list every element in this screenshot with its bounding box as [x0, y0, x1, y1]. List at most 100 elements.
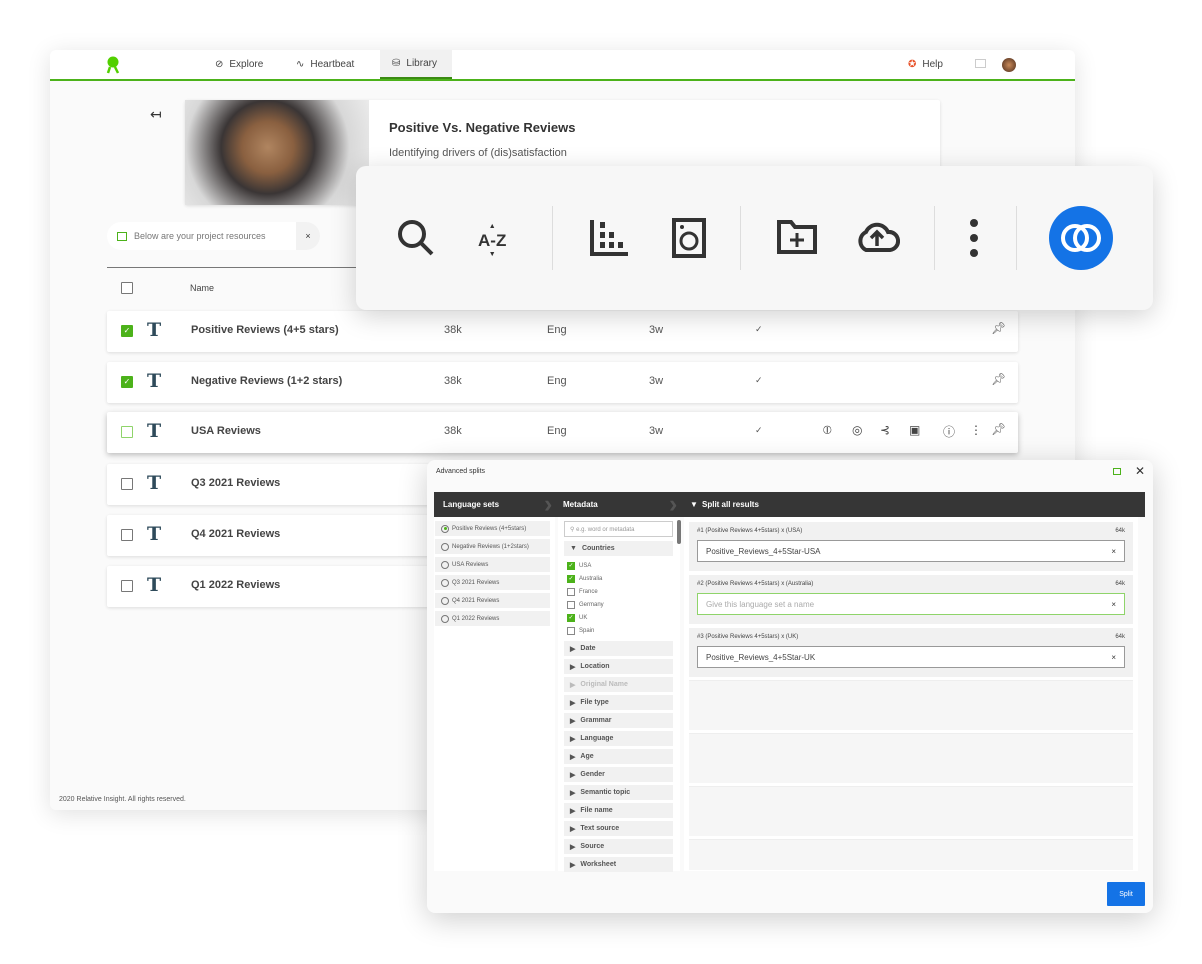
row-checkbox[interactable] [121, 580, 133, 592]
language-set-name-input[interactable]: Positive_Reviews_4+5Star-UK × [697, 646, 1125, 668]
country-option[interactable]: ✓ USA [567, 562, 591, 570]
chat-icon[interactable] [975, 59, 986, 68]
empty-slot [689, 680, 1133, 730]
row-checkbox[interactable] [121, 529, 133, 541]
row-name[interactable]: Q1 2022 Reviews [191, 579, 280, 591]
radio[interactable] [441, 560, 449, 569]
avatar[interactable] [1002, 58, 1016, 72]
row-checkbox[interactable]: ✓ [121, 325, 133, 337]
step-split-all-results[interactable]: Split all results [702, 500, 759, 509]
sort-az-icon[interactable]: ▲ A-Z ▼ [478, 222, 506, 260]
radio[interactable] [441, 614, 449, 623]
row-language: Eng [547, 425, 567, 437]
country-checkbox[interactable]: ✓ [567, 614, 575, 622]
row-name[interactable]: Q4 2021 Reviews [191, 528, 280, 540]
pin-icon[interactable]: 📌︎ [991, 372, 1006, 386]
chat-icon[interactable] [1113, 468, 1121, 475]
row-name[interactable]: Negative Reviews (1+2 stars) [191, 375, 342, 387]
cloud-upload-icon[interactable] [854, 218, 900, 254]
metadata-search-input[interactable]: ⚲ e.g. word or metadata [564, 521, 673, 537]
close-icon[interactable]: ✕ [1135, 464, 1145, 478]
row-checkbox[interactable] [121, 478, 133, 490]
back-arrow-icon[interactable]: ↤ [150, 106, 162, 123]
select-all-checkbox[interactable] [121, 282, 133, 294]
caret-right-icon: ▶ [570, 825, 576, 833]
metadata-section[interactable]: ▶ Gender [564, 767, 673, 782]
metadata-section[interactable]: ▶ Original Name [564, 677, 673, 692]
step-language-sets[interactable]: Language sets [443, 500, 499, 509]
table-row[interactable]: T USA Reviews 38k Eng 3w ✓ 📌︎ ⦶ ◎ ⊰ ▣ ⓘ ⋮ [107, 412, 1018, 453]
language-set-option[interactable]: USA Reviews [435, 557, 550, 572]
metadata-section[interactable]: ▶ Semantic topic [564, 785, 673, 800]
toast-close-button[interactable]: × [296, 222, 320, 250]
metadata-section[interactable]: ▶ Source [564, 839, 673, 854]
pin-icon[interactable]: 📌︎ [991, 422, 1006, 436]
country-checkbox[interactable]: ✓ [567, 562, 575, 570]
caret-right-icon: ▶ [570, 807, 576, 815]
language-set-option[interactable]: Q4 2021 Reviews [435, 593, 550, 608]
info-icon[interactable]: ⓘ [943, 423, 955, 440]
nav-heartbeat[interactable]: ∿ Heartbeat [296, 50, 354, 79]
country-checkbox[interactable] [567, 588, 575, 596]
branch-icon[interactable]: ⊰ [880, 423, 890, 437]
country-option[interactable]: ✓ UK [567, 614, 587, 622]
clear-icon[interactable]: × [1111, 653, 1116, 662]
row-checkbox[interactable]: ✓ [121, 376, 133, 388]
country-option[interactable]: Germany [567, 601, 604, 609]
radio[interactable] [441, 578, 449, 587]
nav-explore[interactable]: ⊘ Explore [215, 50, 263, 79]
clear-icon[interactable]: × [1111, 547, 1116, 556]
language-set-name-input[interactable]: Positive_Reviews_4+5Star-USA × [697, 540, 1125, 562]
venn-icon[interactable]: ◎ [852, 423, 862, 437]
split-button[interactable]: Split [1107, 882, 1145, 906]
metadata-section[interactable]: ▶ Grammar [564, 713, 673, 728]
table-row[interactable]: ✓ T Positive Reviews (4+5 stars) 38k Eng … [107, 311, 1018, 352]
more-vertical-icon[interactable]: ⋮ [970, 423, 982, 437]
radio[interactable] [441, 524, 449, 533]
row-name[interactable]: Positive Reviews (4+5 stars) [191, 324, 339, 336]
country-checkbox[interactable] [567, 627, 575, 635]
more-vertical-icon[interactable] [969, 218, 979, 258]
clear-icon[interactable]: × [1111, 600, 1116, 609]
language-set-option[interactable]: Q1 2022 Reviews [435, 611, 550, 626]
metadata-section[interactable]: ▶ Age [564, 749, 673, 764]
section-countries[interactable]: ▼ Countries [564, 541, 673, 556]
caret-right-icon: ▶ [570, 843, 576, 851]
metadata-section[interactable]: ▶ Worksheet [564, 857, 673, 872]
language-set-option[interactable]: Q3 2021 Reviews [435, 575, 550, 590]
step-metadata[interactable]: Metadata [563, 500, 598, 509]
metadata-section[interactable]: ▶ Location [564, 659, 673, 674]
row-name[interactable]: Q3 2021 Reviews [191, 477, 280, 489]
search-icon[interactable] [396, 218, 436, 258]
row-checkbox[interactable] [121, 426, 133, 438]
table-row[interactable]: ✓ T Negative Reviews (1+2 stars) 38k Eng … [107, 362, 1018, 403]
folder-add-icon[interactable] [777, 218, 817, 254]
row-age: 3w [649, 425, 664, 437]
overlap-icon[interactable]: ⦶ [823, 423, 832, 438]
radio[interactable] [441, 542, 449, 551]
logo-icon[interactable] [106, 56, 120, 74]
chart-icon[interactable] [590, 218, 630, 258]
country-option[interactable]: France [567, 588, 598, 596]
country-checkbox[interactable] [567, 601, 575, 609]
language-set-name-input[interactable]: Give this language set a name × [697, 593, 1125, 615]
help-button[interactable]: ✪ Help [908, 50, 943, 79]
washing-machine-icon[interactable]: ▣ [909, 423, 920, 437]
pin-icon[interactable]: 📌︎ [991, 321, 1006, 335]
country-option[interactable]: ✓ Australia [567, 575, 602, 583]
language-set-option[interactable]: Positive Reviews (4+5stars) [435, 521, 550, 536]
metadata-section[interactable]: ▶ File type [564, 695, 673, 710]
row-name[interactable]: USA Reviews [191, 425, 261, 437]
metadata-section[interactable]: ▶ File name [564, 803, 673, 818]
radio[interactable] [441, 596, 449, 605]
metadata-section[interactable]: ▶ Date [564, 641, 673, 656]
washing-machine-icon[interactable] [672, 218, 706, 258]
country-option[interactable]: Spain [567, 627, 594, 635]
nav-library[interactable]: ⛁ Library [380, 50, 452, 79]
scrollbar[interactable] [677, 520, 681, 544]
metadata-section[interactable]: ▶ Text source [564, 821, 673, 836]
metadata-section[interactable]: ▶ Language [564, 731, 673, 746]
language-set-option[interactable]: Negative Reviews (1+2stars) [435, 539, 550, 554]
country-checkbox[interactable]: ✓ [567, 575, 575, 583]
split-icon[interactable] [1049, 206, 1113, 270]
